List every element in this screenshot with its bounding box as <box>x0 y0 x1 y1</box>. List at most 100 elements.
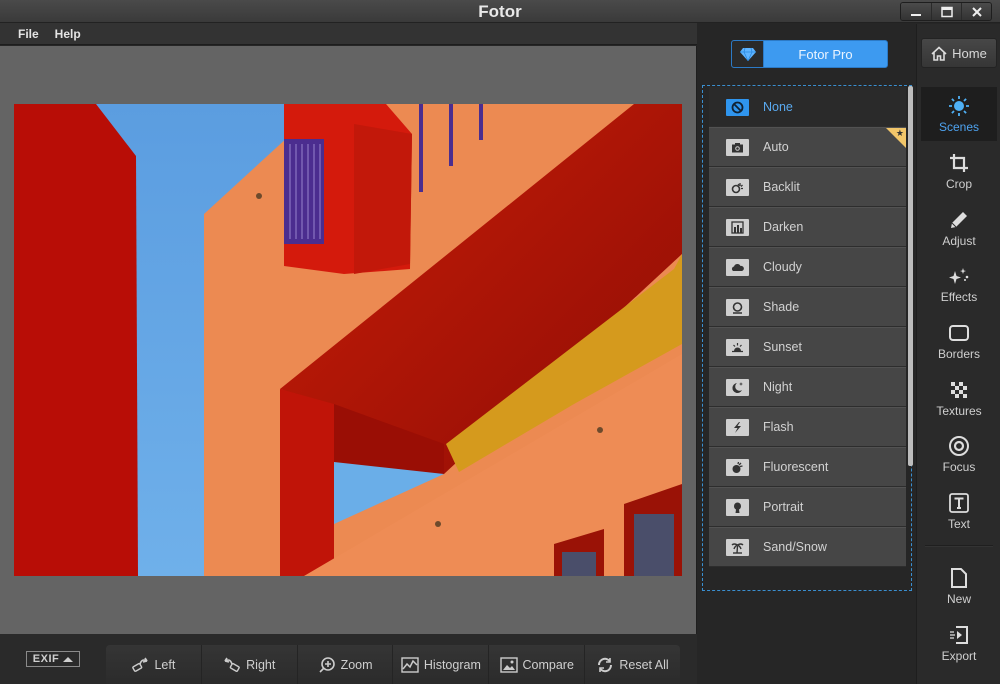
nav-label: Text <box>947 516 970 531</box>
nav-effects[interactable]: Effects <box>921 257 997 311</box>
scene-label: Night <box>763 380 793 394</box>
tool-nav: Home Scenes Crop Adjust Effects Borders … <box>916 24 1000 684</box>
nav-label: Focus <box>942 459 976 474</box>
image-tools: Left Right Zoom Histogram Compare Reset … <box>106 645 680 684</box>
scene-list: None Auto ★ Backlit Darken Cloudy Shade … <box>709 87 906 567</box>
palm-icon <box>731 542 744 554</box>
nav-scenes[interactable]: Scenes <box>921 87 997 141</box>
scene-label: Shade <box>763 300 800 314</box>
sunset-icon <box>732 342 743 352</box>
rotate-right-icon <box>224 657 240 672</box>
fotor-pro-label: Fotor Pro <box>798 46 853 62</box>
export-icon <box>950 625 968 644</box>
nav-label: Crop <box>945 176 972 191</box>
home-label: Home <box>952 45 987 61</box>
scene-item-sand-snow[interactable]: Sand/Snow <box>709 527 906 567</box>
scene-item-flash[interactable]: Flash <box>709 407 906 447</box>
crop-icon <box>950 153 968 172</box>
flash-icon <box>734 421 741 433</box>
nav-new[interactable]: New <box>921 559 997 613</box>
scene-item-portrait[interactable]: Portrait <box>709 487 906 527</box>
darken-icon <box>731 220 744 234</box>
no-icon <box>731 101 744 113</box>
scene-item-shade[interactable]: Shade <box>709 287 906 327</box>
rotate-left-button[interactable]: Left <box>106 645 201 684</box>
histogram-button[interactable]: Histogram <box>392 645 488 684</box>
scene-item-darken[interactable]: Darken <box>709 207 906 247</box>
reset-icon <box>598 657 613 673</box>
zoom-button[interactable]: Zoom <box>296 645 393 684</box>
close-button[interactable] <box>961 3 991 20</box>
scene-label: None <box>763 100 793 114</box>
border-icon <box>949 324 969 341</box>
diamond-icon <box>739 47 756 61</box>
caret-up-icon <box>63 656 74 662</box>
scene-label: Backlit <box>763 180 800 194</box>
nav-export[interactable]: Export <box>921 616 997 670</box>
menu-file[interactable]: File <box>18 27 39 41</box>
rotate-right-button[interactable]: Right <box>200 645 297 684</box>
moon-icon <box>732 381 743 393</box>
compare-button[interactable]: Compare <box>488 645 584 684</box>
nav-text[interactable]: Text <box>921 484 997 538</box>
exif-toggle[interactable]: EXIF <box>26 651 80 667</box>
bulb-icon <box>732 461 743 473</box>
exif-label: EXIF <box>32 653 60 665</box>
title-bar: Fotor <box>0 0 1000 23</box>
nav-divider <box>925 545 993 547</box>
scene-item-none[interactable]: None <box>709 87 906 127</box>
menu-help[interactable]: Help <box>55 27 81 41</box>
zoom-label: Zoom <box>340 658 373 672</box>
scene-label: Sand/Snow <box>763 540 827 554</box>
new-file-icon <box>951 567 967 588</box>
fotor-pro-button[interactable]: Fotor Pro <box>731 40 888 68</box>
backlit-icon <box>731 182 743 193</box>
rotate-left-icon <box>132 657 149 672</box>
nav-label: New <box>946 591 971 606</box>
app-title: Fotor <box>478 2 522 21</box>
home-icon <box>931 45 947 61</box>
maximize-button[interactable] <box>931 3 961 20</box>
scene-label: Auto <box>763 140 789 154</box>
target-icon <box>949 435 969 456</box>
scene-label: Sunset <box>763 340 802 354</box>
scenes-panel: Fotor Pro None Auto ★ Backlit Darken Clo… <box>698 24 915 684</box>
nav-crop[interactable]: Crop <box>921 144 997 198</box>
scene-label: Flash <box>763 420 794 434</box>
nav-label: Adjust <box>942 233 976 248</box>
compare-label: Compare <box>522 658 574 672</box>
nav-focus[interactable]: Focus <box>921 427 997 481</box>
minimize-button[interactable] <box>901 3 931 20</box>
home-button[interactable]: Home <box>921 38 997 68</box>
scene-item-cloudy[interactable]: Cloudy <box>709 247 906 287</box>
nav-label: Textures <box>936 403 982 418</box>
photo[interactable] <box>14 104 682 576</box>
scene-item-auto[interactable]: Auto ★ <box>709 127 906 167</box>
nav-borders[interactable]: Borders <box>921 314 997 368</box>
scene-item-backlit[interactable]: Backlit <box>709 167 906 207</box>
scene-item-sunset[interactable]: Sunset <box>709 327 906 367</box>
nav-textures[interactable]: Textures <box>921 371 997 425</box>
scene-item-fluorescent[interactable]: Fluorescent <box>709 447 906 487</box>
pencil-icon <box>951 211 967 228</box>
rotate-right-label: Right <box>246 658 276 672</box>
histogram-icon <box>401 657 419 673</box>
scene-label: Fluorescent <box>763 460 829 474</box>
sparkle-icon <box>949 267 969 284</box>
nav-label: Borders <box>937 346 981 361</box>
checker-icon <box>951 381 967 398</box>
nav-adjust[interactable]: Adjust <box>921 201 997 255</box>
scene-list-scrollbar[interactable] <box>908 86 913 466</box>
nav-label: Scenes <box>938 119 980 134</box>
zoom-icon <box>319 657 335 673</box>
compare-icon <box>499 657 518 673</box>
scene-label: Cloudy <box>763 260 802 274</box>
image-canvas <box>0 46 697 634</box>
reset-all-button[interactable]: Reset All <box>584 645 680 684</box>
close-icon <box>971 6 982 17</box>
photo-image <box>14 104 682 576</box>
scene-list-container: None Auto ★ Backlit Darken Cloudy Shade … <box>702 85 913 591</box>
scene-item-night[interactable]: Night <box>709 367 906 407</box>
scene-label: Darken <box>763 220 804 234</box>
star-icon: ★ <box>895 128 904 138</box>
